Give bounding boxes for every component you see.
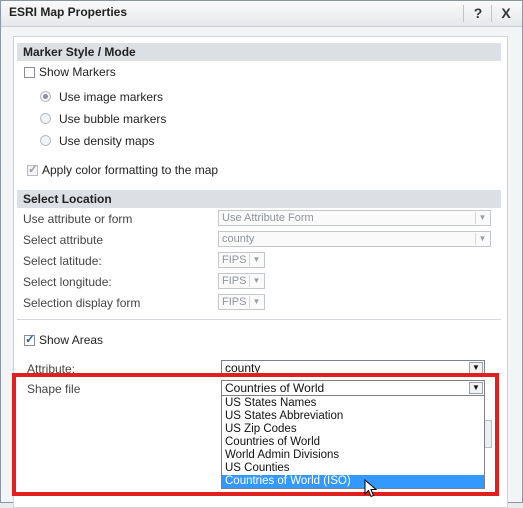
selection-display-form-select[interactable]: FIPS ▼ xyxy=(218,294,265,310)
radio-bubble-markers[interactable] xyxy=(40,113,51,124)
title-separator xyxy=(491,5,492,22)
show-markers-checkbox[interactable] xyxy=(24,67,35,78)
select-longitude-select[interactable]: FIPS ▼ xyxy=(218,273,265,289)
radio-density-maps-label: Use density maps xyxy=(59,134,155,148)
chevron-down-icon: ▼ xyxy=(475,212,489,224)
apply-color-checkbox[interactable] xyxy=(27,162,38,176)
chevron-down-icon: ▼ xyxy=(249,254,263,266)
title-separator xyxy=(463,5,464,22)
apply-color-label: Apply color formatting to the map xyxy=(42,163,219,177)
selection-display-form-value: FIPS xyxy=(222,296,247,308)
section-heading-marker-style: Marker Style / Mode xyxy=(17,43,501,61)
mouse-cursor-icon xyxy=(364,479,378,498)
select-attribute-value: county xyxy=(222,233,255,245)
chevron-down-icon: ▼ xyxy=(249,275,263,287)
section-heading-select-location: Select Location xyxy=(17,190,501,208)
title-bar[interactable]: ESRI Map Properties ? X xyxy=(1,1,522,27)
highlight-annotation-box xyxy=(12,373,499,496)
radio-bubble-markers-label: Use bubble markers xyxy=(59,112,167,126)
select-latitude-label: Select latitude: xyxy=(23,254,102,268)
use-attribute-form-value: Use Attribute Form xyxy=(222,212,314,224)
chevron-down-icon: ▼ xyxy=(249,296,263,308)
radio-image-markers[interactable] xyxy=(40,91,51,102)
select-latitude-value: FIPS xyxy=(222,254,247,266)
show-markers-label: Show Markers xyxy=(39,65,116,79)
help-button[interactable]: ? xyxy=(469,4,487,22)
radio-image-markers-label: Use image markers xyxy=(59,90,164,104)
use-attribute-form-select[interactable]: Use Attribute Form ▼ xyxy=(218,210,491,226)
use-attribute-form-label: Use attribute or form xyxy=(23,212,133,226)
select-attribute-select[interactable]: county ▼ xyxy=(218,231,491,247)
select-attribute-label: Select attribute xyxy=(23,233,104,247)
select-longitude-label: Select longitude: xyxy=(23,275,112,289)
select-latitude-select[interactable]: FIPS ▼ xyxy=(218,252,265,268)
section-divider xyxy=(17,319,501,320)
close-button[interactable]: X xyxy=(497,4,515,22)
show-areas-label: Show Areas xyxy=(39,333,104,347)
selection-display-form-label: Selection display form xyxy=(23,296,141,310)
show-areas-checkbox[interactable] xyxy=(24,332,35,346)
select-longitude-value: FIPS xyxy=(222,275,247,287)
dialog-title: ESRI Map Properties xyxy=(9,5,128,19)
chevron-down-icon: ▼ xyxy=(475,233,489,245)
radio-density-maps[interactable] xyxy=(40,135,51,146)
